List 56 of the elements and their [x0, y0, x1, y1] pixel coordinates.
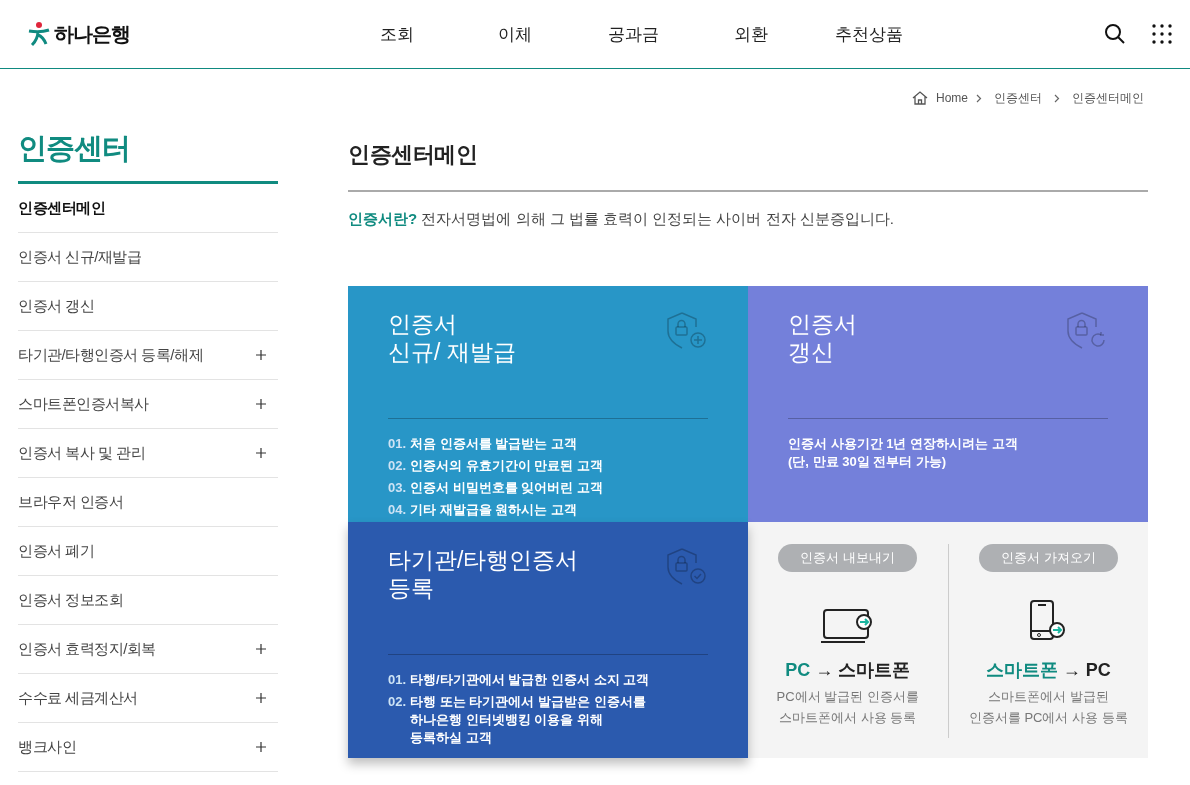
item-number: 01.	[388, 435, 407, 453]
nav-link[interactable]: 조회	[338, 22, 456, 46]
plus-icon	[256, 448, 266, 458]
item-text: 인증서의 유효기간이 만료된 고객	[410, 457, 603, 475]
item-text: 처음 인증서를 발급받는 고객	[410, 435, 577, 453]
plus-icon	[256, 350, 266, 360]
breadcrumb-link[interactable]: 인증센터메인	[1072, 89, 1144, 107]
home-icon	[912, 91, 928, 105]
transfer-description: PC에서 발급된 인증서를 스마트폰에서 사용 등록	[776, 688, 919, 727]
logo-icon	[28, 21, 50, 47]
transfer-description: 스마트폰에서 발급된 인증서를 PC에서 사용 등록	[968, 688, 1128, 727]
breadcrumb-link[interactable]: 인증센터	[994, 89, 1042, 107]
transfer-heading: 스마트폰 → PC	[985, 659, 1111, 682]
sidebar-item[interactable]: 인증서 폐기	[18, 527, 278, 576]
card-title: 인증서 신규/ 재발급	[388, 310, 516, 367]
item-number: 01.	[388, 671, 407, 689]
page-title: 인증센터메인	[348, 140, 1148, 192]
sidebar-item[interactable]: 수수료 세금계산서	[18, 674, 278, 723]
item-number: 04.	[388, 501, 407, 519]
transfer-heading: PC → 스마트폰	[785, 659, 911, 682]
sidebar-item[interactable]: 브라우저 인증서	[18, 478, 278, 527]
plus-icon	[256, 644, 266, 654]
nav-link[interactable]: 외환	[692, 22, 810, 46]
item-text: 인증서 비밀번호를 잊어버린 고객	[410, 479, 603, 497]
menu-grid-icon[interactable]	[1152, 24, 1172, 44]
item-text: 타행/타기관에서 발급한 인증서 소지 고객	[410, 671, 650, 689]
item-text: 타행 또는 타기관에서 발급받은 인증서를 하나은행 인터넷뱅킹 이용을 위해 등록하실 고객	[410, 693, 646, 747]
item-number: 02.	[388, 693, 407, 711]
item-text: 기타 재발급을 원하시는 고객	[410, 501, 577, 519]
breadcrumb-link[interactable]: Home	[936, 91, 968, 105]
plus-icon	[256, 742, 266, 752]
sidebar-item[interactable]: 인증서 복사 및 관리	[18, 429, 278, 478]
sidebar-title: 인증센터	[18, 129, 278, 184]
sidebar-item[interactable]: 인증센터메인	[18, 184, 278, 233]
sidebar-item[interactable]: 타기관/타행인증서 등록/해제	[18, 331, 278, 380]
plus-icon	[256, 693, 266, 703]
card-title: 인증서 갱신	[788, 310, 857, 367]
search-icon[interactable]	[1104, 23, 1126, 45]
nav-link[interactable]: 추천상품	[810, 22, 928, 46]
nav-link[interactable]: 공과금	[574, 22, 692, 46]
card-title: 타기관/타행인증서 등록	[388, 546, 579, 603]
chevron-icon	[976, 93, 982, 103]
sidebar-item[interactable]: 인증서 효력정지/회복	[18, 625, 278, 674]
plus-icon	[256, 399, 266, 409]
item-text: 인증서 사용기간 1년 연장하시려는 고객 (단, 만료 30일 전부터 가능)	[788, 435, 1018, 471]
sidebar-item[interactable]: 인증서 신규/재발급	[18, 233, 278, 282]
item-number: 03.	[388, 479, 407, 497]
sidebar-item[interactable]: 인증서 정보조회	[18, 576, 278, 625]
intro-text: 인증서란? 전자서명법에 의해 그 법률 효력이 인정되는 사이버 전자 신분증입니다.	[348, 210, 895, 229]
sidebar-item[interactable]: 뱅크사인	[18, 723, 278, 772]
nav-link[interactable]: 이체	[456, 22, 574, 46]
chevron-icon	[1054, 93, 1060, 103]
logo-text: 하나은행	[54, 21, 130, 47]
sidebar-item[interactable]: 인증서 갱신	[18, 282, 278, 331]
item-number: 02.	[388, 457, 407, 475]
sidebar-item[interactable]: 스마트폰인증서복사	[18, 380, 278, 429]
